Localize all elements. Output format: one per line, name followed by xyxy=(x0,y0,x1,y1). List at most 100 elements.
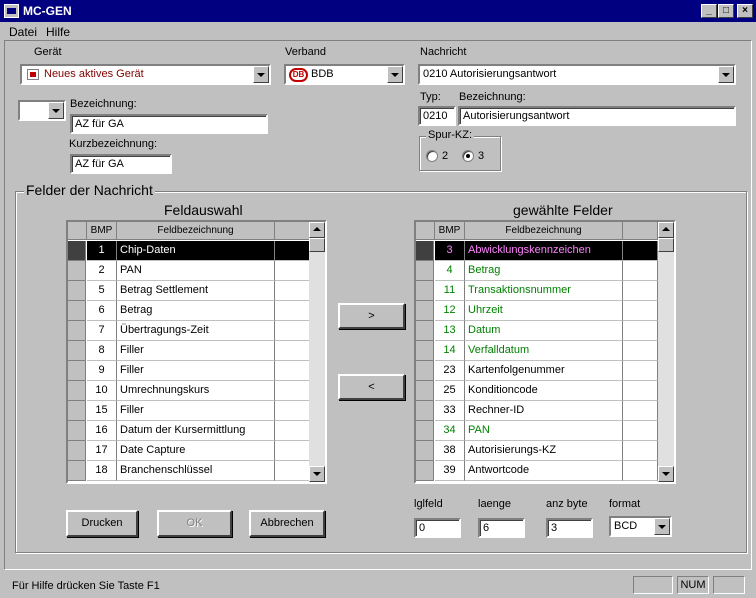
row-selector[interactable] xyxy=(416,321,434,341)
format-label: format xyxy=(609,498,641,510)
row-selector[interactable] xyxy=(416,441,434,461)
row-selector[interactable] xyxy=(416,461,434,481)
scroll-down-icon[interactable] xyxy=(658,466,674,482)
cell-bmp: 5 xyxy=(87,281,117,301)
feldauswahl-grid[interactable]: BMP Feldbezeichnung 1 Chip-Daten 2 PAN 5 Betr… xyxy=(66,220,327,484)
scroll-thumb[interactable] xyxy=(658,238,674,252)
chevron-down-icon[interactable] xyxy=(654,518,670,535)
cell-bmp: 14 xyxy=(435,341,465,361)
bezeichnung-left-field[interactable]: AZ für GA xyxy=(70,114,268,134)
cell-bmp: 12 xyxy=(435,301,465,321)
laenge-label: laenge xyxy=(478,498,512,510)
geraet-select[interactable]: Neues aktives Gerät xyxy=(20,64,271,85)
typ-field[interactable]: 0210 xyxy=(418,106,456,126)
cell-bmp: 6 xyxy=(87,301,117,321)
row-selector[interactable] xyxy=(68,321,86,341)
feldauswahl-title: Feldauswahl xyxy=(164,202,243,218)
minimize-button[interactable]: _ xyxy=(701,4,717,18)
anz-byte-field[interactable]: 3 xyxy=(546,518,593,538)
app-icon[interactable] xyxy=(4,4,19,18)
spur-label: Spur-KZ: xyxy=(426,129,475,141)
ok-button[interactable]: OK xyxy=(157,510,232,537)
cell-feldbezeichnung: Autorisierungs-KZ xyxy=(465,441,623,461)
scroll-up-icon[interactable] xyxy=(309,222,325,238)
row-selector[interactable] xyxy=(68,341,86,361)
bezeichnung-right-field[interactable]: Autorisierungsantwort xyxy=(458,106,736,126)
cell-bmp: 9 xyxy=(87,361,117,381)
row-selector[interactable] xyxy=(68,421,86,441)
format-value: BCD xyxy=(614,520,638,532)
row-selector[interactable] xyxy=(68,461,86,481)
remove-field-button[interactable]: < xyxy=(338,374,405,400)
cell-extra xyxy=(275,441,310,461)
add-field-button[interactable]: > xyxy=(338,303,405,329)
row-selector[interactable] xyxy=(68,241,86,261)
row-selector[interactable] xyxy=(68,441,86,461)
cell-feldbezeichnung: Antwortcode xyxy=(465,461,623,481)
header-feldbezeichnung: Feldbezeichnung xyxy=(117,222,275,240)
cell-bmp: 15 xyxy=(87,401,117,421)
row-selector[interactable] xyxy=(416,261,434,281)
close-button[interactable]: × xyxy=(737,4,753,18)
row-selector[interactable] xyxy=(416,241,434,261)
cell-bmp: 16 xyxy=(87,421,117,441)
cell-feldbezeichnung: Filler xyxy=(117,341,275,361)
menu-datei[interactable]: Datei xyxy=(9,25,37,39)
row-selector[interactable] xyxy=(416,301,434,321)
geraet-value: Neues aktives Gerät xyxy=(44,68,144,80)
chevron-down-icon[interactable] xyxy=(48,102,64,119)
row-selector[interactable] xyxy=(416,281,434,301)
drucken-button[interactable]: Drucken xyxy=(66,510,138,537)
abbrechen-button[interactable]: Abbrechen xyxy=(249,510,325,537)
gewaehlte-grid[interactable]: BMP Feldbezeichnung 3 Abwicklungskennzeic… xyxy=(414,220,676,484)
row-selector[interactable] xyxy=(416,421,434,441)
scroll-up-icon[interactable] xyxy=(658,222,674,238)
cell-bmp: 4 xyxy=(435,261,465,281)
cell-feldbezeichnung: Transaktionsnummer xyxy=(465,281,623,301)
cell-feldbezeichnung: Betrag xyxy=(465,261,623,281)
row-selector[interactable] xyxy=(68,381,86,401)
row-selector[interactable] xyxy=(68,301,86,321)
scroll-down-icon[interactable] xyxy=(309,466,325,482)
cell-feldbezeichnung: PAN xyxy=(465,421,623,441)
cell-extra xyxy=(275,381,310,401)
cell-bmp: 3 xyxy=(435,241,465,261)
window-title: MC-GEN xyxy=(23,4,72,18)
row-selector[interactable] xyxy=(68,281,86,301)
menu-hilfe[interactable]: Hilfe xyxy=(46,25,70,39)
row-selector[interactable] xyxy=(416,341,434,361)
cell-bmp: 13 xyxy=(435,321,465,341)
chevron-down-icon[interactable] xyxy=(387,66,403,83)
device-icon xyxy=(27,69,39,80)
row-selector[interactable] xyxy=(416,401,434,421)
row-selector[interactable] xyxy=(68,401,86,421)
small-select[interactable] xyxy=(18,100,66,121)
cell-extra xyxy=(275,361,310,381)
nachricht-select[interactable]: 0210 Autorisierungsantwort xyxy=(418,64,736,85)
bezeichnung-right-label: Bezeichnung: xyxy=(459,91,526,103)
maximize-button[interactable]: □ xyxy=(718,4,734,18)
feldauswahl-scrollbar[interactable] xyxy=(309,222,325,482)
title-bar: MC-GEN _ □ × xyxy=(0,0,756,22)
gewaehlte-title: gewählte Felder xyxy=(513,202,613,218)
kurzbezeichnung-field[interactable]: AZ für GA xyxy=(70,154,172,174)
header-corner xyxy=(416,222,435,240)
gewaehlte-scrollbar[interactable] xyxy=(658,222,674,482)
menu-bar: Datei Hilfe xyxy=(0,22,756,40)
verband-select[interactable]: DB BDB xyxy=(284,64,405,85)
row-selector[interactable] xyxy=(416,381,434,401)
format-select[interactable]: BCD xyxy=(609,516,672,537)
cell-feldbezeichnung: Branchenschlüssel xyxy=(117,461,275,481)
row-selector[interactable] xyxy=(68,361,86,381)
cell-feldbezeichnung: Umrechnungskurs xyxy=(117,381,275,401)
laenge-field[interactable]: 6 xyxy=(478,518,525,538)
lglfeld-field[interactable]: 0 xyxy=(414,518,461,538)
row-selector[interactable] xyxy=(416,361,434,381)
spur-radio-3[interactable] xyxy=(462,150,474,162)
chevron-down-icon[interactable] xyxy=(253,66,269,83)
chevron-down-icon[interactable] xyxy=(718,66,734,83)
scroll-thumb[interactable] xyxy=(309,238,325,252)
cell-extra xyxy=(623,361,658,381)
row-selector[interactable] xyxy=(68,261,86,281)
spur-radio-2[interactable] xyxy=(426,150,438,162)
